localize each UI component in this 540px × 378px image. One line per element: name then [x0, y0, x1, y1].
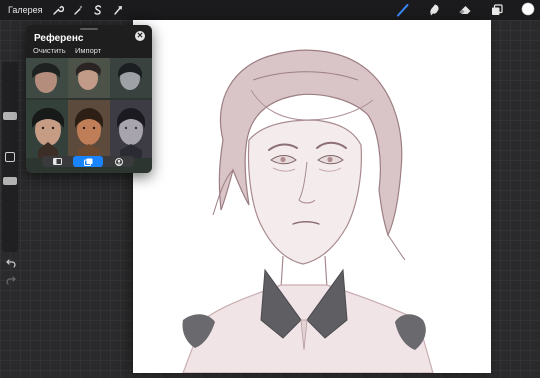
selection-icon[interactable] — [91, 3, 105, 17]
brush-size-slider[interactable] — [3, 112, 17, 120]
sketch-artwork — [182, 49, 434, 374]
transform-arrow-icon[interactable] — [111, 3, 125, 17]
opacity-slider[interactable] — [3, 177, 17, 185]
color-swatch[interactable] — [521, 2, 535, 16]
image-tab-icon[interactable] — [72, 156, 104, 167]
smudge-icon[interactable] — [428, 3, 442, 17]
import-button[interactable]: Импорт — [75, 46, 101, 55]
magic-wand-icon[interactable] — [71, 3, 85, 17]
sidebar — [2, 62, 18, 285]
undo-button[interactable] — [5, 257, 17, 269]
layers-icon[interactable] — [490, 3, 504, 17]
drawing-canvas[interactable] — [133, 20, 491, 374]
wrench-icon[interactable] — [51, 3, 65, 17]
gallery-button[interactable]: Галерея — [8, 5, 43, 15]
modify-button[interactable] — [5, 152, 15, 162]
redo-button[interactable] — [5, 274, 17, 286]
close-icon[interactable]: ✕ — [135, 31, 145, 41]
reference-panel: Референс ✕ Очистить Импорт — [26, 25, 152, 173]
reference-tab-bar — [42, 156, 134, 167]
panel-grabber[interactable] — [80, 28, 98, 30]
eraser-icon[interactable] — [458, 3, 472, 17]
clear-button[interactable]: Очистить — [33, 46, 66, 55]
reference-title: Референс — [34, 33, 84, 44]
top-toolbar: Галерея — [0, 0, 540, 20]
canvas-tab-icon[interactable] — [42, 156, 73, 167]
face-tab-icon[interactable] — [103, 156, 134, 167]
brush-icon[interactable] — [396, 3, 410, 17]
